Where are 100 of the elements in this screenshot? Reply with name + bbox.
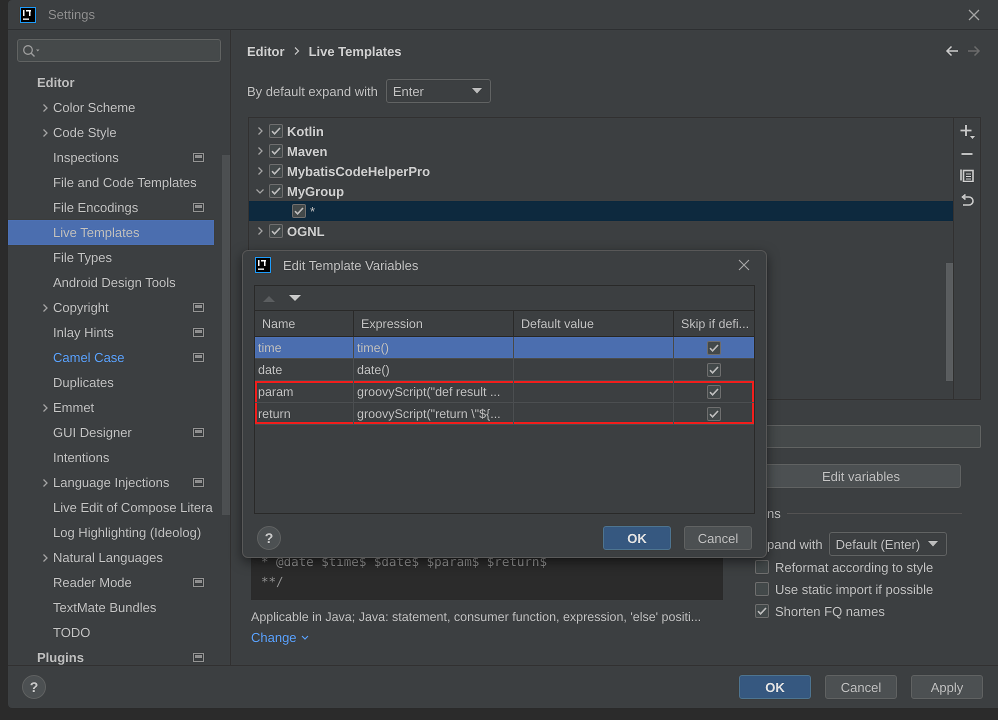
chevron-right-icon[interactable]	[255, 226, 265, 236]
section-heading: ns	[767, 506, 781, 521]
group-label: MybatisCodeHelperPro	[287, 164, 430, 178]
project-scope-icon	[193, 478, 204, 487]
checkbox[interactable]	[269, 164, 283, 178]
column-header[interactable]: Expression	[353, 311, 513, 336]
column-header[interactable]: Default value	[513, 311, 673, 336]
sidebar-item[interactable]: Camel Case	[8, 345, 214, 370]
table-row[interactable]: date date()	[255, 359, 754, 381]
sidebar-item[interactable]: Inspections	[8, 145, 214, 170]
dialog-button[interactable]: OK	[739, 675, 811, 699]
expand-dropdown[interactable]: Enter	[386, 79, 491, 103]
chevron-right-icon[interactable]	[40, 302, 50, 312]
sidebar-item[interactable]: Plugins	[8, 645, 214, 665]
checkbox[interactable]	[755, 560, 769, 574]
sidebar-item[interactable]: File Encodings	[8, 195, 214, 220]
chevron-down-icon[interactable]	[255, 186, 265, 196]
tree-row[interactable]: MybatisCodeHelperPro	[249, 161, 953, 181]
tree-row[interactable]: *	[249, 201, 953, 221]
sidebar-item[interactable]: Reader Mode	[8, 570, 214, 595]
sidebar-item[interactable]: Android Design Tools	[8, 270, 214, 295]
sidebar-item[interactable]: Emmet	[8, 395, 214, 420]
sidebar-item[interactable]: Color Scheme	[8, 95, 214, 120]
move-down-icon[interactable]	[289, 294, 301, 302]
project-scope-icon	[193, 578, 204, 587]
app-logo-icon	[20, 6, 36, 22]
close-icon[interactable]	[738, 259, 750, 271]
checkbox[interactable]	[707, 406, 721, 420]
expand-label: By default expand with	[247, 84, 378, 98]
sidebar-item[interactable]: Language Injections	[8, 470, 214, 495]
chevron-right-icon[interactable]	[40, 102, 50, 112]
project-scope-icon	[193, 153, 204, 162]
dialog-button[interactable]: Cancel	[825, 675, 897, 699]
table-row[interactable]: param groovyScript("def result ...	[255, 381, 754, 403]
sidebar-item[interactable]: TextMate Bundles	[8, 595, 214, 620]
copy-icon[interactable]	[960, 168, 974, 182]
group-label: Kotlin	[287, 124, 324, 138]
tree-row[interactable]: Kotlin	[249, 121, 953, 141]
back-arrow-icon[interactable]	[945, 45, 959, 57]
column-header[interactable]: Name	[255, 311, 353, 336]
app-logo-icon	[255, 257, 271, 273]
change-link[interactable]: Change	[251, 630, 297, 645]
dialog-button[interactable]: Apply	[911, 675, 983, 699]
scrollbar[interactable]	[946, 263, 953, 381]
dialog-button[interactable]: Cancel	[684, 526, 752, 550]
checkbox[interactable]	[269, 144, 283, 158]
checkbox[interactable]	[707, 384, 721, 398]
column-header[interactable]: Skip if defi...	[673, 311, 754, 336]
checkbox-label: Use static import if possible	[775, 582, 934, 596]
applicable-contexts-text: Applicable in Java; Java: statement, consumer function, expression, 'else' positi...	[251, 610, 702, 624]
help-button[interactable]: ?	[257, 526, 281, 550]
chevron-right-icon[interactable]	[40, 402, 50, 412]
breadcrumb-item: Live Templates	[308, 44, 402, 58]
checkbox[interactable]	[755, 582, 769, 596]
checkbox[interactable]	[269, 124, 283, 138]
project-scope-icon	[193, 353, 204, 362]
sidebar-item[interactable]: Duplicates	[8, 370, 214, 395]
undo-icon[interactable]	[960, 194, 974, 208]
chevron-right-icon[interactable]	[40, 478, 50, 488]
sidebar-item[interactable]: TODO	[8, 620, 214, 645]
table-row[interactable]: return groovyScript("return \"${...	[255, 403, 754, 425]
sidebar-item[interactable]: Code Style	[8, 120, 214, 145]
checkbox[interactable]	[292, 204, 306, 218]
search-icon	[22, 44, 40, 58]
sidebar-item[interactable]: Natural Languages	[8, 545, 214, 570]
checkbox[interactable]	[707, 362, 721, 376]
breadcrumb-item[interactable]: Editor	[247, 44, 285, 58]
help-button[interactable]: ?	[22, 675, 46, 699]
sidebar-item[interactable]: File and Code Templates	[8, 170, 214, 195]
tree-row[interactable]: OGNL	[249, 221, 953, 241]
sidebar-item[interactable]: Inlay Hints	[8, 320, 214, 345]
chevron-right-icon[interactable]	[40, 552, 50, 562]
sidebar-item[interactable]: File Types	[8, 245, 214, 270]
tree-row[interactable]: Maven	[249, 141, 953, 161]
remove-icon[interactable]	[960, 152, 974, 156]
sidebar-item[interactable]: Editor	[8, 70, 214, 95]
scrollbar[interactable]	[222, 155, 230, 515]
close-icon[interactable]	[968, 8, 980, 20]
group-label: MyGroup	[287, 184, 344, 198]
checkbox[interactable]	[707, 340, 721, 354]
expand-dropdown[interactable]: Default (Enter)	[828, 532, 947, 556]
sidebar-item[interactable]: Intentions	[8, 445, 214, 470]
tree-row[interactable]: MyGroup	[249, 181, 953, 201]
sidebar-item[interactable]: Log Highlighting (Ideolog)	[8, 520, 214, 545]
sidebar-item[interactable]: GUI Designer	[8, 420, 214, 445]
sidebar-item[interactable]: Copyright	[8, 295, 214, 320]
project-scope-icon	[193, 428, 204, 437]
checkbox[interactable]	[269, 184, 283, 198]
project-scope-icon	[193, 328, 204, 337]
add-icon[interactable]	[959, 124, 975, 140]
table-cell-text: return	[257, 406, 292, 422]
chevron-right-icon[interactable]	[40, 128, 50, 138]
sidebar-item[interactable]: Live Edit of Compose Litera	[8, 495, 214, 520]
checkbox[interactable]	[269, 224, 283, 238]
project-scope-icon	[193, 653, 204, 662]
checkbox[interactable]	[755, 604, 769, 618]
search-field[interactable]	[17, 39, 221, 62]
chevron-right-icon	[292, 46, 301, 56]
chevron-down-icon	[300, 634, 309, 640]
dialog-button[interactable]: OK	[603, 526, 671, 550]
